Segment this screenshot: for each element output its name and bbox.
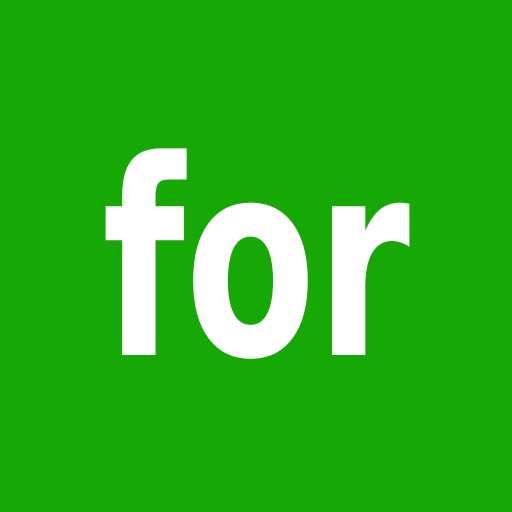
word-text: for (102, 104, 411, 420)
word-graphic: for (102, 104, 411, 420)
word-tile: for (0, 0, 512, 512)
